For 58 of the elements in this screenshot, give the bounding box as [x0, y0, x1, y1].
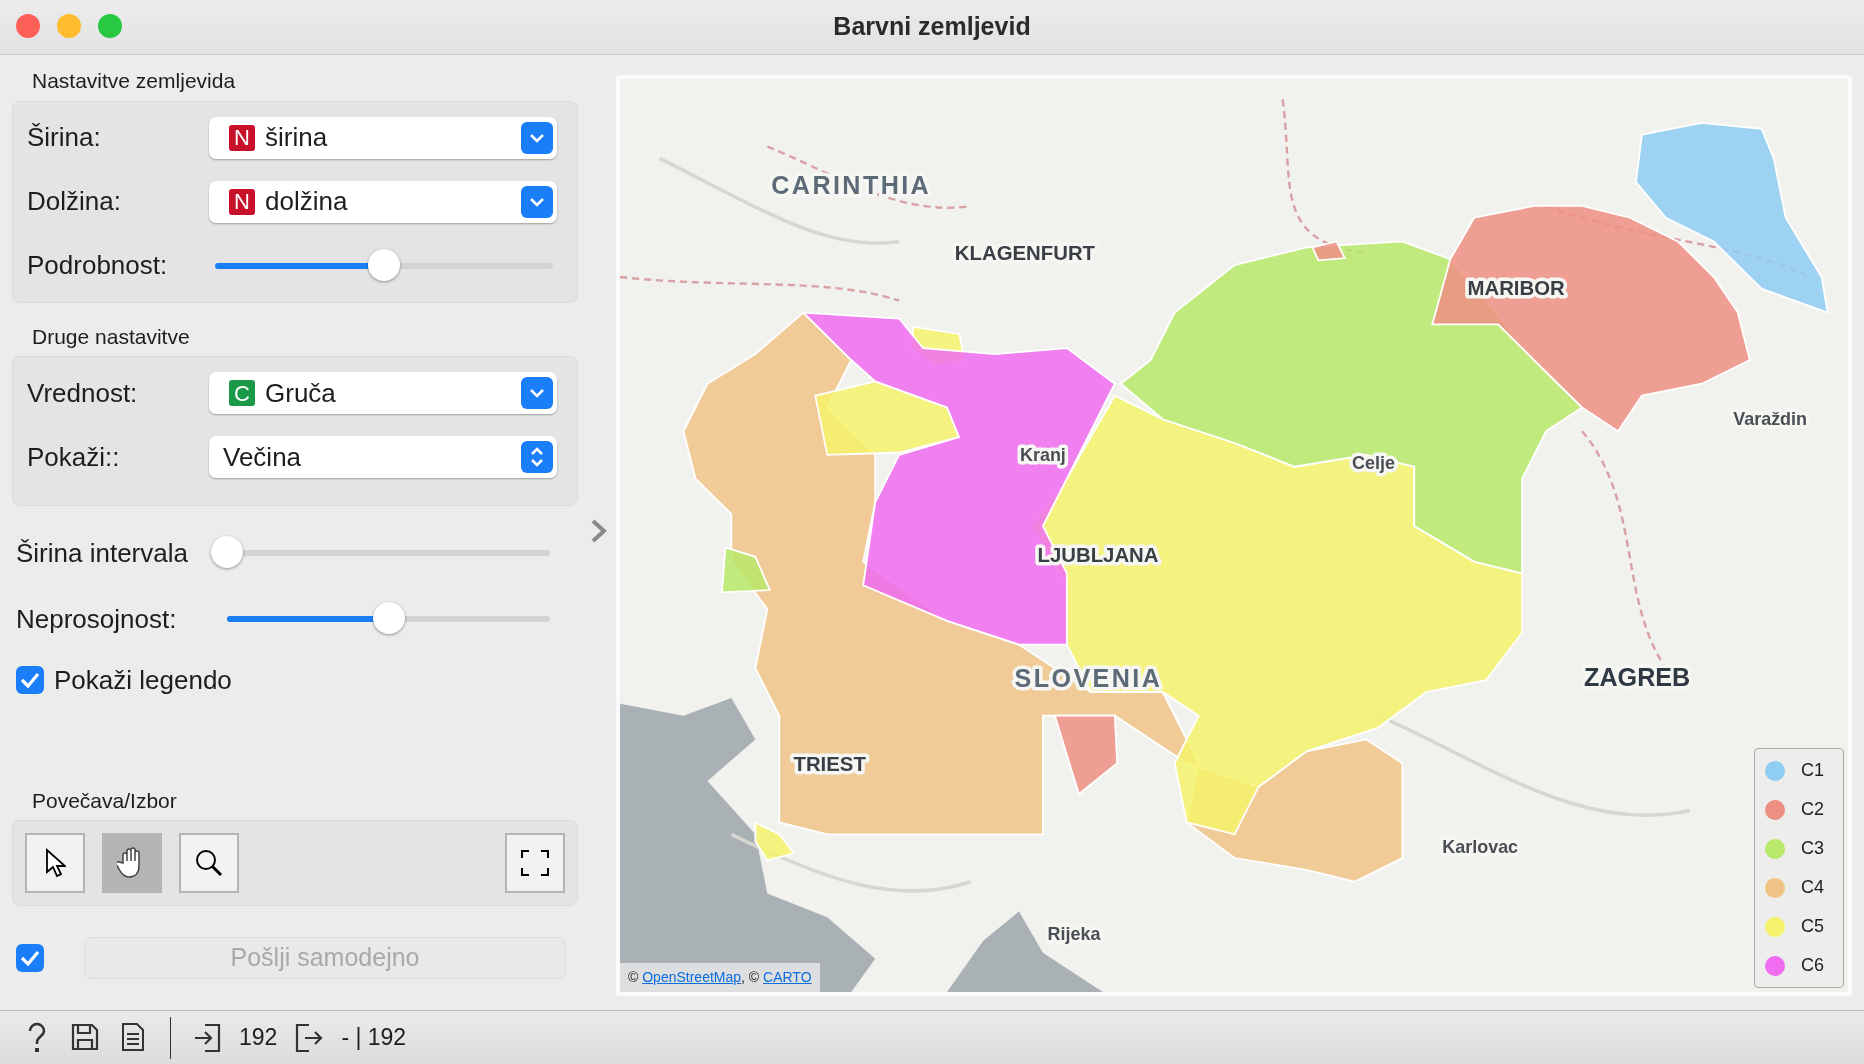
legend-label: C2 [1801, 798, 1824, 821]
checkmark-icon [20, 672, 40, 688]
slider-label: Neprosojnost: [16, 602, 178, 636]
legend-label: C5 [1801, 915, 1824, 938]
dropdown[interactable]: Večina [209, 436, 557, 478]
pointer-icon [44, 848, 66, 878]
legend-label: C3 [1801, 837, 1824, 860]
input-icon [193, 1022, 221, 1053]
dropdown[interactable]: N širina [209, 116, 557, 159]
field-label: Širina: [27, 121, 102, 154]
chevron-right-icon[interactable] [590, 518, 608, 544]
attribution-text: © OpenStreetMap, © CARTO [620, 963, 820, 992]
magnifier-icon [194, 848, 224, 878]
checkbox-label: Pokaži legendo [54, 663, 233, 697]
slider-thumb[interactable] [211, 536, 243, 568]
output-count: - | 192 [341, 1023, 407, 1053]
legend-label: C4 [1801, 876, 1824, 899]
field-label: Podrobnost: [27, 249, 169, 282]
legend-label: C6 [1801, 954, 1824, 977]
map-label: MARIBOR [1467, 276, 1565, 299]
map-label: Celje [1352, 453, 1396, 474]
tool-button[interactable] [102, 833, 162, 893]
map-label: ZAGREB [1584, 663, 1691, 692]
map-label: Karlovac [1442, 837, 1519, 858]
tool-button[interactable] [179, 833, 239, 893]
input-count: 192 [239, 1023, 278, 1053]
type-badge: N [229, 124, 255, 151]
region-area [720, 546, 772, 594]
map-label: TRIEST [793, 753, 866, 776]
legend-label: C1 [1801, 759, 1824, 782]
brackets-icon [521, 850, 549, 876]
type-badge: N [229, 188, 255, 215]
dropdown[interactable]: C Gruča [209, 372, 557, 414]
type-badge: C [229, 380, 255, 406]
checkbox[interactable] [16, 666, 44, 694]
section-title: Druge nastavitve [31, 323, 191, 350]
region-area [754, 821, 796, 862]
checkmark-icon [20, 950, 40, 966]
close-button[interactable] [16, 14, 40, 38]
map-label: Varaždin [1733, 409, 1808, 430]
dropdown[interactable]: N dolžina [209, 180, 557, 223]
field-label: Vrednost: [27, 376, 139, 410]
slider-label: Širina intervala [16, 536, 189, 570]
window-title: Barvni zemljevid [833, 11, 1031, 43]
field-label: Pokaži:: [27, 440, 121, 474]
map-label: KLAGENFURT [954, 242, 1096, 265]
section-title: Povečava/Izbor [31, 787, 178, 814]
map-label: CARINTHIA [771, 171, 932, 199]
fit-view-button[interactable] [505, 833, 565, 893]
map-label: Kranj [1019, 444, 1066, 465]
slider-thumb[interactable] [372, 602, 405, 634]
slider-thumb[interactable] [368, 248, 400, 281]
map-label: Rijeka [1047, 923, 1101, 944]
output-icon [295, 1022, 324, 1053]
attribution-link[interactable]: CARTO [763, 969, 812, 985]
field-label: Dolžina: [27, 185, 122, 218]
tool-button[interactable] [25, 833, 85, 893]
section-title: Nastavitve zemljevida [31, 68, 237, 94]
